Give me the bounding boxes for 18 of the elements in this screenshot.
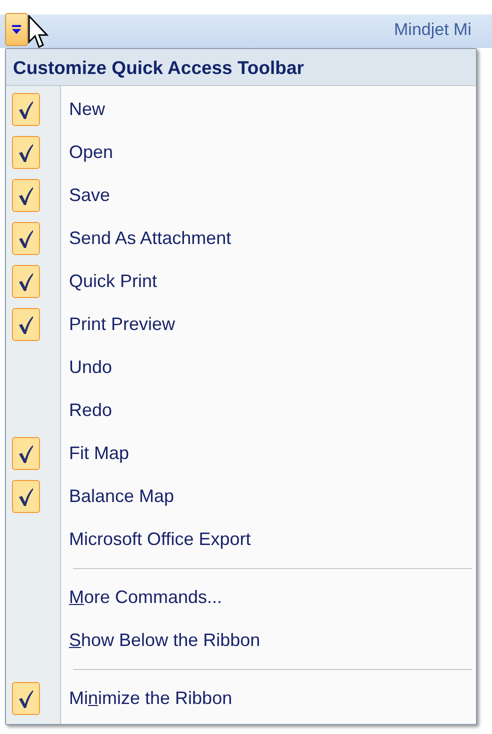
menu-item[interactable]: Balance Map	[69, 486, 174, 507]
menu-item[interactable]: Show Below the Ribbon	[69, 630, 260, 651]
menu-item[interactable]: Send As Attachment	[69, 228, 232, 249]
dropdown-arrow-icon	[12, 24, 21, 34]
menu-item[interactable]: Minimize the Ribbon	[69, 688, 232, 709]
menu-item[interactable]: Fit Map	[69, 443, 130, 464]
menu-item[interactable]: New	[69, 99, 106, 120]
menu-item[interactable]: Print Preview	[69, 314, 176, 335]
customize-toolbar-button[interactable]	[5, 13, 28, 46]
menu-item[interactable]: Save	[69, 185, 110, 206]
menu-title: Customize Quick Access Toolbar	[6, 49, 476, 86]
menu-item[interactable]: Quick Print	[69, 271, 158, 292]
menu-item[interactable]: Undo	[69, 357, 112, 378]
menu-item[interactable]: More Commands...	[69, 587, 222, 608]
menu-item[interactable]: Microsoft Office Export	[69, 529, 251, 550]
menu-item[interactable]: Redo	[69, 400, 112, 421]
menu-item[interactable]: Open	[69, 142, 114, 163]
window-title: Mindjet Mi	[394, 20, 472, 40]
